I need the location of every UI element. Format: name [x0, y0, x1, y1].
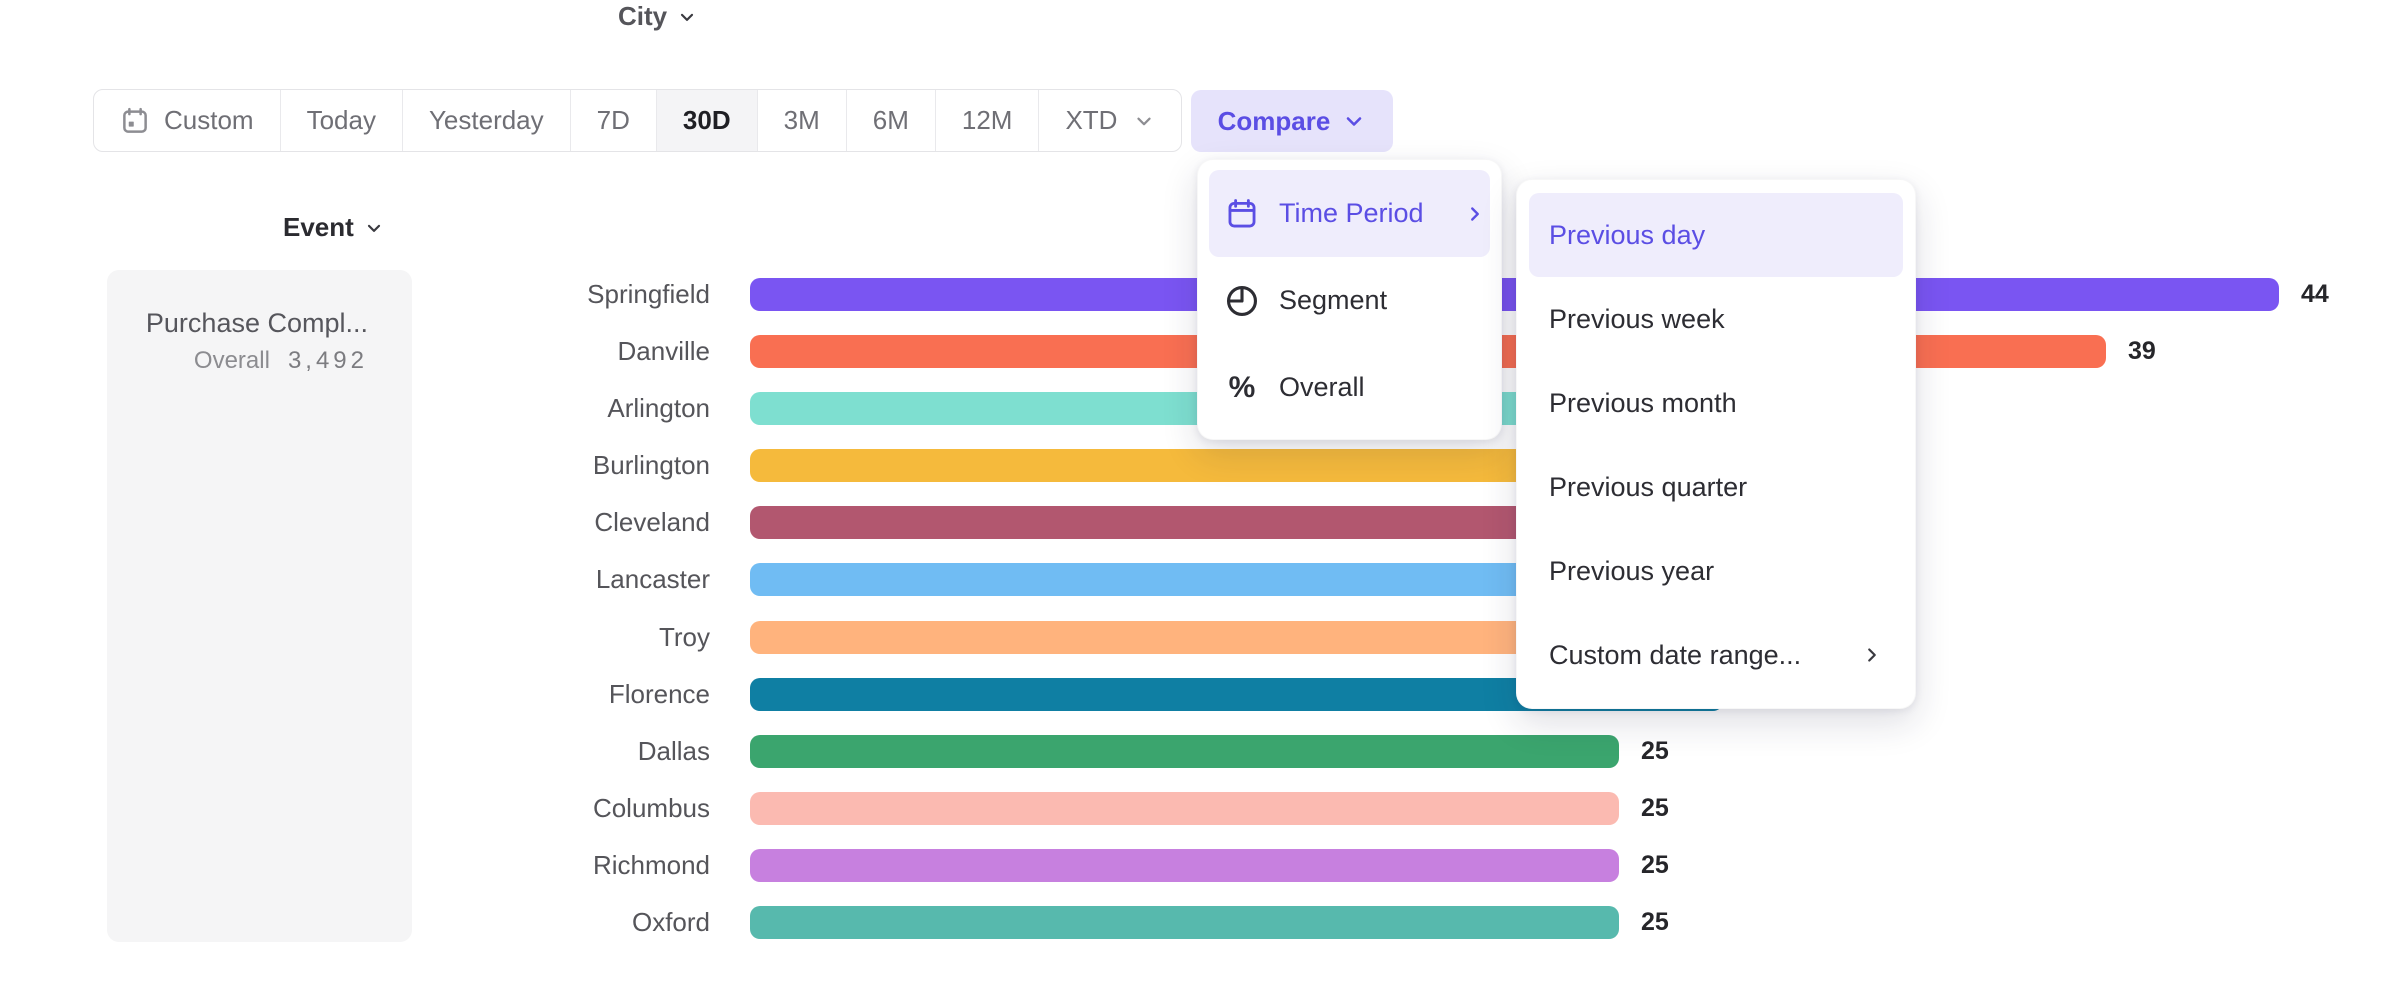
chevron-down-icon [364, 218, 384, 238]
bar-value: 25 [1641, 792, 1669, 825]
submenu-item-previous-month[interactable]: Previous month [1529, 361, 1903, 445]
submenu-item-previous-day[interactable]: Previous day [1529, 193, 1903, 277]
analytics-screen: Springfield 44 Danville 39 Arlington Bur… [0, 0, 2394, 1004]
submenu-item-custom-date-range[interactable]: Custom date range... [1529, 613, 1903, 697]
date-range-12m[interactable]: 12M [936, 90, 1040, 151]
bar-value: 39 [2128, 335, 2156, 368]
date-range-6m[interactable]: 6M [847, 90, 936, 151]
city-column-header[interactable]: City [618, 0, 1328, 33]
chevron-down-icon [1133, 110, 1155, 132]
menu-item-segment[interactable]: Segment [1209, 257, 1490, 344]
chevron-right-icon [1464, 203, 1486, 225]
event-overall: Overall3,492 [127, 346, 368, 376]
date-range-custom[interactable]: Custom [94, 90, 281, 151]
event-name: Purchase Compl... [127, 306, 368, 340]
event-column-header[interactable]: Event [283, 212, 384, 243]
menu-item-overall[interactable]: % Overall [1209, 344, 1490, 431]
bar-value: 25 [1641, 849, 1669, 882]
percent-icon: % [1225, 371, 1259, 405]
bar[interactable] [750, 792, 1619, 825]
compare-menu: Time Period Segment % Overall [1197, 159, 1502, 440]
segment-icon [1225, 284, 1259, 318]
bar[interactable] [750, 849, 1619, 882]
date-range-today[interactable]: Today [281, 90, 403, 151]
submenu-item-previous-quarter[interactable]: Previous quarter [1529, 445, 1903, 529]
menu-item-time-period[interactable]: Time Period [1209, 170, 1490, 257]
bar-value: 25 [1641, 906, 1669, 939]
date-range-toolbar: Custom Today Yesterday 7D 30D 3M 6M 12M … [93, 89, 1182, 152]
calendar-icon [120, 106, 150, 136]
date-range-yesterday[interactable]: Yesterday [403, 90, 571, 151]
date-range-7d[interactable]: 7D [571, 90, 657, 151]
calendar-icon [1225, 197, 1259, 231]
date-range-3m[interactable]: 3M [758, 90, 847, 151]
submenu-item-previous-year[interactable]: Previous year [1529, 529, 1903, 613]
submenu-item-previous-week[interactable]: Previous week [1529, 277, 1903, 361]
bar-value: 25 [1641, 735, 1669, 768]
chevron-right-icon [1861, 644, 1883, 666]
toolbar-label: Custom [164, 105, 254, 136]
date-range-xtd[interactable]: XTD [1039, 90, 1181, 151]
event-card[interactable]: Purchase Compl... Overall3,492 [107, 270, 412, 942]
date-range-30d[interactable]: 30D [657, 90, 758, 151]
compare-button[interactable]: Compare [1191, 90, 1393, 152]
bar[interactable] [750, 906, 1619, 939]
chevron-down-icon [1342, 109, 1366, 133]
chevron-down-icon [677, 7, 697, 27]
time-period-submenu: Previous day Previous week Previous mont… [1516, 179, 1916, 709]
bar-value: 44 [2301, 278, 2329, 311]
bar[interactable] [750, 735, 1619, 768]
bar[interactable] [750, 278, 2279, 311]
